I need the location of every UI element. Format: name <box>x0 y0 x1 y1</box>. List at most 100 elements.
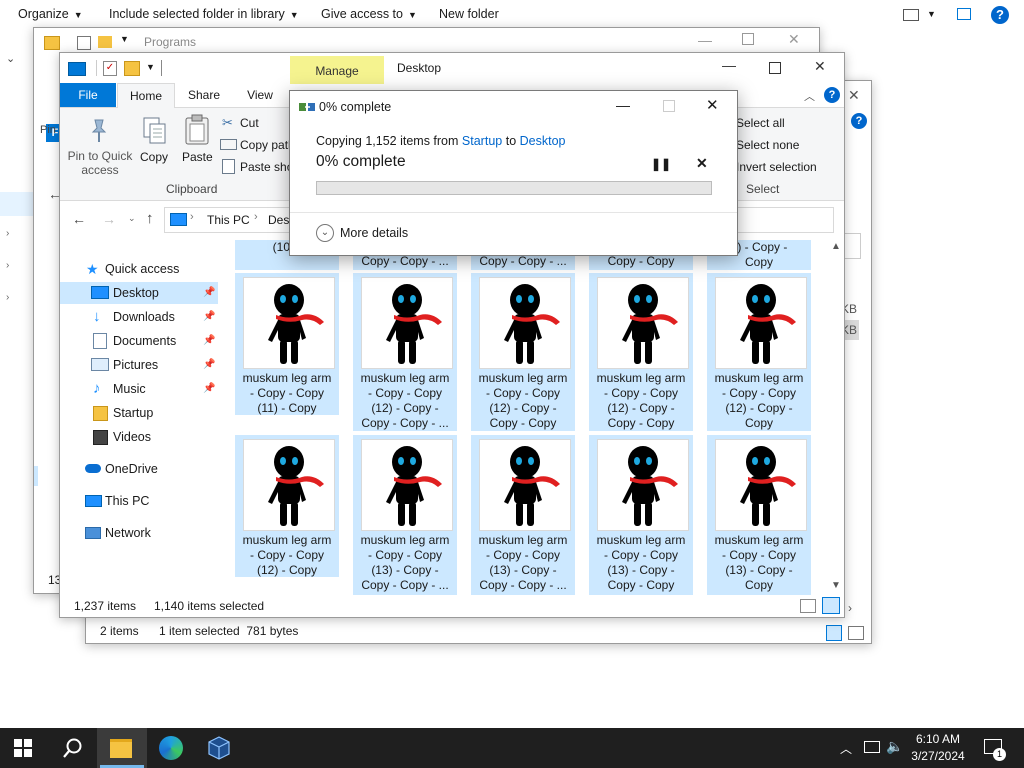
list-item[interactable]: muskum leg arm - Copy - Copy (12) - Copy… <box>471 273 575 431</box>
collapse-ribbon-icon[interactable]: ︿ <box>804 88 815 104</box>
paste-shortcut-clip: Paste shortcut <box>240 160 290 176</box>
chevron-down-icon[interactable]: ▼ <box>927 9 936 19</box>
cut-button[interactable]: Cut <box>240 116 259 130</box>
nav-label: Videos <box>113 430 151 444</box>
chevron-down-icon[interactable]: ⌄ <box>316 224 334 242</box>
include-in-library-menu[interactable]: Include selected folder in library ▼ <box>109 7 299 21</box>
file-name: muskum leg arm - Copy - Copy (12) - Copy… <box>478 371 568 430</box>
properties-icon <box>77 36 91 50</box>
pin-quick-access-button[interactable]: Pin to Quick access <box>66 149 134 177</box>
manage-tab[interactable]: Manage <box>290 56 384 84</box>
large-icons-view-button[interactable] <box>848 626 864 640</box>
windows-start-icon[interactable] <box>14 739 32 757</box>
source-link[interactable]: Startup <box>462 134 502 148</box>
list-item[interactable]: muskum leg arm - Copy - Copy (13) - Copy… <box>707 435 811 595</box>
list-item[interactable]: muskum leg arm - Copy - Copy (12) - Copy… <box>589 273 693 431</box>
divider <box>290 212 737 213</box>
back-arrow-icon[interactable]: ← <box>72 211 86 227</box>
close-button[interactable]: ✕ <box>848 87 860 104</box>
maximize-button[interactable] <box>742 33 754 45</box>
view-options-icon[interactable] <box>903 9 919 21</box>
properties-icon[interactable]: ✓ <box>103 61 117 76</box>
nav-quick-access[interactable]: ★ Quick access <box>60 258 218 280</box>
nav-desktop[interactable]: Desktop 📌 <box>60 282 218 304</box>
file-explorer-taskbar-button[interactable] <box>97 728 147 768</box>
list-item[interactable]: muskum leg arm - Copy - Copy (13) - Copy… <box>353 435 457 595</box>
list-item[interactable]: muskum leg arm - Copy - Copy (13) - Copy… <box>471 435 575 595</box>
volume-muted-icon[interactable]: 🔈 <box>886 738 903 755</box>
paste-button[interactable]: Paste <box>182 150 213 164</box>
nav-network[interactable]: Network <box>60 522 218 544</box>
forward-arrow-icon[interactable]: → <box>102 211 116 227</box>
chevron-up-icon[interactable]: ︿ <box>840 740 852 757</box>
more-details-button[interactable]: More details <box>340 226 408 240</box>
up-arrow-icon[interactable]: ↑ <box>146 210 154 227</box>
clock-time[interactable]: 6:10 AM <box>906 732 970 746</box>
close-button[interactable]: ✕ <box>788 31 800 48</box>
desktop-icon <box>91 286 109 299</box>
close-button[interactable]: ✕ <box>706 96 719 114</box>
nav-onedrive[interactable]: OneDrive <box>60 458 218 480</box>
maximize-button[interactable] <box>769 62 781 74</box>
copy-path-button[interactable]: Copy path <box>240 138 295 152</box>
search-icon[interactable] <box>62 737 84 759</box>
nav-videos[interactable]: Videos <box>60 426 218 448</box>
give-access-menu[interactable]: Give access to ▼ <box>321 7 417 21</box>
close-button[interactable]: ✕ <box>814 58 826 75</box>
thumbnail-image <box>715 277 807 369</box>
select-none-button[interactable]: Select none <box>736 138 799 152</box>
details-view-button[interactable] <box>826 625 842 641</box>
scroll-down-icon[interactable]: ▼ <box>831 580 841 591</box>
nav-startup[interactable]: Startup <box>60 402 218 424</box>
cancel-button[interactable]: ✕ <box>696 155 708 172</box>
list-item[interactable]: muskum leg arm - Copy - Copy (12) - Copy <box>235 435 339 577</box>
minimize-button[interactable]: — <box>722 57 736 73</box>
preview-pane-icon[interactable] <box>957 8 971 20</box>
breadcrumb-desktop[interactable]: Desktop <box>268 213 290 227</box>
minimize-button[interactable]: — <box>698 32 712 48</box>
details-view-button[interactable] <box>800 599 816 613</box>
network-icon[interactable] <box>864 741 880 753</box>
virtualbox-icon[interactable] <box>207 736 231 760</box>
scroll-right-icon[interactable]: › <box>848 601 852 615</box>
nav-downloads[interactable]: ↓ Downloads 📌 <box>60 306 218 328</box>
organize-menu[interactable]: Organize ▼ <box>18 7 83 21</box>
list-item[interactable]: muskum leg arm - Copy - Copy (13) - Copy… <box>589 435 693 595</box>
edge-browser-icon[interactable] <box>159 736 183 760</box>
nav-documents[interactable]: Documents 📌 <box>60 330 218 352</box>
list-item[interactable]: muskum leg arm - Copy - Copy (11) - Copy <box>235 273 339 415</box>
nav-this-pc[interactable]: This PC <box>60 490 218 512</box>
pause-button[interactable]: ❚❚ <box>651 157 671 171</box>
new-folder-button[interactable]: New folder <box>439 7 499 21</box>
minimize-button[interactable]: — <box>616 97 630 113</box>
new-folder-icon <box>98 36 112 48</box>
nav-pictures[interactable]: Pictures 📌 <box>60 354 218 376</box>
chevron-down-icon[interactable]: ▼ <box>146 62 155 72</box>
copy-button[interactable]: Copy <box>140 150 168 164</box>
help-icon[interactable]: ? <box>851 113 867 129</box>
tab-file[interactable]: File <box>60 83 116 107</box>
breadcrumb-this-pc[interactable]: This PC <box>207 213 250 227</box>
copy-files-icon <box>299 101 315 113</box>
tab-view[interactable]: View <box>232 83 288 107</box>
list-item[interactable]: muskum leg arm - Copy - Copy (12) - Copy… <box>353 273 457 431</box>
list-item[interactable]: muskum leg arm - Copy - Copy (12) - Copy… <box>707 273 811 431</box>
help-icon[interactable]: ? <box>991 6 1009 24</box>
new-folder-icon[interactable] <box>124 61 140 76</box>
clock-date[interactable]: 3/27/2024 <box>906 749 970 763</box>
thumbnail-image <box>479 277 571 369</box>
paste-shortcut-button[interactable]: Paste shortcut <box>240 160 290 174</box>
vertical-scrollbar[interactable]: ▲ ▼ <box>830 241 842 593</box>
help-icon[interactable]: ? <box>824 87 840 103</box>
select-all-button[interactable]: Select all <box>736 116 785 130</box>
tab-home[interactable]: Home <box>117 83 175 108</box>
scroll-up-icon[interactable]: ▲ <box>831 241 841 252</box>
invert-selection-button[interactable]: Invert selection <box>736 160 817 174</box>
recent-locations-icon[interactable]: ⌄ <box>128 213 136 224</box>
thumbnail-image <box>361 277 453 369</box>
destination-link[interactable]: Desktop <box>520 134 566 148</box>
nav-music[interactable]: ♪ Music 📌 <box>60 378 218 400</box>
file-list[interactable]: (10) - Copy - Copy - ... Copy - Copy - .… <box>230 240 828 595</box>
tab-share[interactable]: Share <box>176 83 232 107</box>
large-icons-view-button[interactable] <box>822 597 840 614</box>
